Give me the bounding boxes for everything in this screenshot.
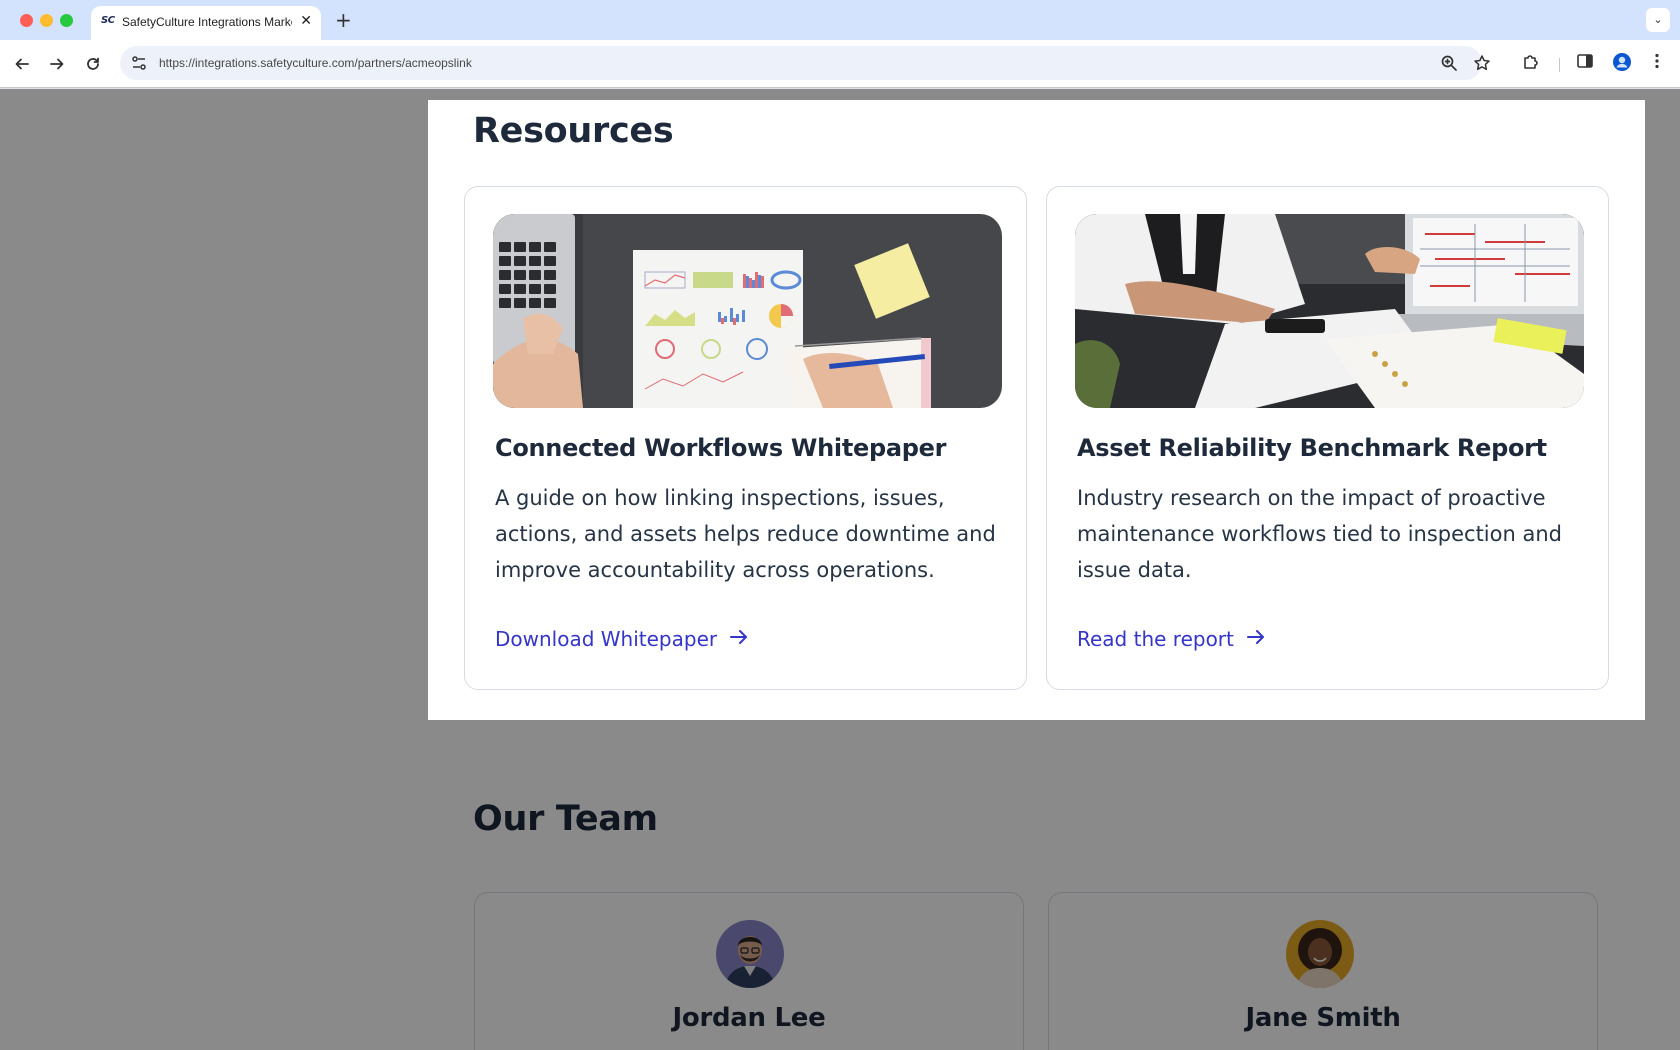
zoom-icon[interactable] [1440,54,1458,76]
tab-search-chevron-icon[interactable]: ⌄ [1646,8,1670,32]
star-icon[interactable] [1473,54,1491,76]
read-report-link[interactable]: Read the report [1077,627,1266,651]
browser-toolbar: https://integrations.safetyculture.com/p… [0,40,1680,88]
benchmark-report-image [1075,214,1584,408]
dim-overlay-top [428,89,1645,100]
resources-heading: Resources [473,111,674,151]
resource-card-description: Industry research on the impact of proac… [1077,486,1562,582]
browser-tab-strip: SC SafetyCulture Integrations Market… ✕ … [0,0,1680,40]
tab-title: SafetyCulture Integrations Market… [122,15,292,29]
url-text[interactable]: https://integrations.safetyculture.com/p… [159,56,472,70]
resource-link-label: Download Whitepaper [495,627,718,651]
favicon: SC [101,15,115,26]
toolbar-divider [1559,58,1560,72]
window-minimize-button[interactable] [40,14,53,27]
dim-overlay-left [0,89,428,1050]
back-arrow-icon[interactable] [11,53,33,75]
site-settings-icon[interactable] [130,54,148,76]
resource-link-label: Read the report [1077,627,1234,651]
forward-arrow-icon[interactable] [46,53,68,75]
resource-card-description: A guide on how linking inspections, issu… [495,486,996,582]
tab-close-icon[interactable]: ✕ [300,13,312,29]
address-bar[interactable]: https://integrations.safetyculture.com/p… [120,46,1490,80]
arrow-right-icon [1246,627,1266,651]
puzzle-icon[interactable] [1522,52,1540,74]
profile-icon[interactable] [1612,52,1632,76]
new-tab-icon[interactable]: + [335,8,352,32]
side-panel-icon[interactable] [1576,52,1594,74]
download-whitepaper-link[interactable]: Download Whitepaper [495,627,749,651]
arrow-right-icon [729,627,749,651]
dim-overlay-right [1645,89,1680,1050]
window-close-button[interactable] [20,14,33,27]
resource-card-title: Connected Workflows Whitepaper [495,434,947,462]
reload-icon[interactable] [82,53,104,75]
kebab-menu-icon[interactable] [1648,52,1666,74]
resource-card: Connected Workflows Whitepaper A guide o… [464,186,1027,690]
whitepaper-image [493,214,1002,408]
window-zoom-button[interactable] [60,14,73,27]
resource-card: Asset Reliability Benchmark Report Indus… [1046,186,1609,690]
browser-tab-active[interactable]: SC SafetyCulture Integrations Market… ✕ [91,6,321,40]
dim-overlay-bottom [428,720,1645,1050]
page-viewport: Resources Connected Workflows Whitepaper… [0,89,1680,1050]
resource-card-title: Asset Reliability Benchmark Report [1077,434,1547,462]
